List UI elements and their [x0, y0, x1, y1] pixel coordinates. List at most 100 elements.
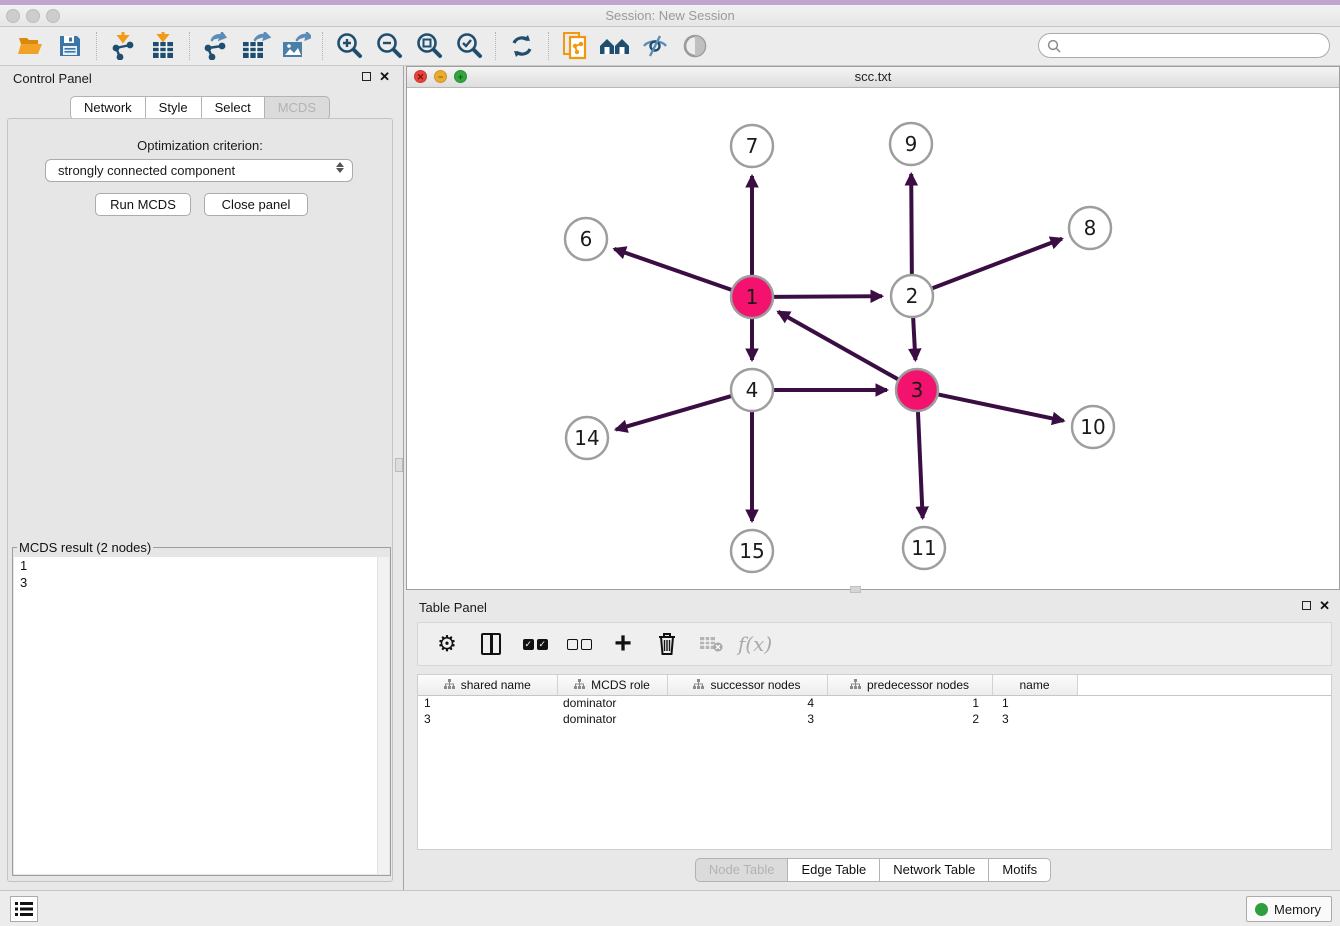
table-cell[interactable]: 3 — [667, 711, 827, 727]
tab-style[interactable]: Style — [146, 96, 202, 120]
mcds-result-line: 3 — [14, 574, 389, 591]
network-window-titlebar[interactable]: ✕ − + scc.txt — [407, 67, 1339, 88]
import-network-button[interactable] — [103, 30, 143, 62]
first-neighbors-button[interactable] — [595, 30, 635, 62]
zoom-out-button[interactable] — [369, 30, 409, 62]
add-column-button[interactable]: + — [608, 629, 638, 659]
refresh-icon — [509, 33, 535, 59]
column-header-successor-nodes[interactable]: successor nodes — [667, 675, 827, 695]
table-cell[interactable]: 3 — [992, 711, 1077, 727]
tab-node-table[interactable]: Node Table — [695, 858, 789, 882]
network-close-button[interactable]: ✕ — [414, 70, 427, 83]
graph-node-label: 7 — [746, 134, 759, 158]
tab-mcds[interactable]: MCDS — [265, 96, 330, 120]
zoom-selected-button[interactable] — [449, 30, 489, 62]
graph-edge-3-1[interactable] — [778, 312, 900, 381]
close-table-panel-icon[interactable]: ✕ — [1319, 600, 1330, 611]
graph-edge-2-8[interactable] — [930, 239, 1062, 290]
close-panel-button[interactable]: Close panel — [204, 193, 308, 216]
window-title: Session: New Session — [0, 5, 1340, 27]
hide-selected-button[interactable] — [635, 30, 675, 62]
graph-edge-2-3[interactable] — [913, 315, 915, 360]
graph-node-label: 3 — [911, 378, 924, 402]
search-field[interactable] — [1038, 33, 1330, 58]
app-titlebar: Session: New Session — [0, 5, 1340, 27]
select-all-button[interactable] — [520, 629, 550, 659]
graph-edge-1-2[interactable] — [771, 296, 882, 297]
table-panel: Table Panel ✕ ⚙ + — [406, 595, 1340, 890]
save-session-button[interactable] — [50, 30, 90, 62]
import-table-button[interactable] — [143, 30, 183, 62]
network-minimize-button[interactable]: − — [434, 70, 447, 83]
tab-edge-table[interactable]: Edge Table — [788, 858, 880, 882]
table-cell[interactable]: 1 — [827, 695, 992, 711]
plus-icon: + — [614, 631, 632, 657]
column-tree-icon — [444, 679, 455, 690]
export-table-button[interactable] — [236, 30, 276, 62]
horizontal-splitter-grip[interactable] — [850, 586, 861, 593]
result-scrollbar[interactable] — [377, 557, 389, 874]
tab-network-table[interactable]: Network Table — [880, 858, 989, 882]
table-row[interactable]: 1dominator411 — [418, 695, 1331, 711]
refresh-layout-button[interactable] — [502, 30, 542, 62]
graph-edge-4-14[interactable] — [616, 395, 734, 429]
memory-button[interactable]: Memory — [1246, 896, 1332, 922]
vertical-splitter-grip[interactable] — [395, 458, 403, 472]
table-cell[interactable]: 1 — [418, 695, 557, 711]
graph-edge-2-9[interactable] — [911, 174, 912, 277]
network-maximize-button[interactable]: + — [454, 70, 467, 83]
fx-icon: f(x) — [738, 632, 772, 656]
toolbar-separator — [96, 32, 97, 60]
criterion-select[interactable]: strongly connected component — [45, 159, 353, 182]
table-cell[interactable]: 2 — [827, 711, 992, 727]
table-row[interactable]: 3dominator323 — [418, 711, 1331, 727]
graph-node-label: 9 — [905, 132, 918, 156]
open-file-button[interactable] — [10, 30, 50, 62]
tab-network[interactable]: Network — [70, 96, 146, 120]
network-canvas[interactable]: 7968124314101511 — [407, 88, 1339, 589]
graph-edge-1-6[interactable] — [614, 249, 734, 291]
graph-edge-3-11[interactable] — [918, 409, 923, 518]
float-panel-icon[interactable] — [362, 72, 371, 81]
zoom-fit-button[interactable] — [409, 30, 449, 62]
gear-icon: ⚙ — [437, 631, 457, 657]
column-header-mcds-role[interactable]: MCDS role — [557, 675, 667, 695]
table-cell[interactable]: dominator — [557, 711, 667, 727]
mcds-result-list[interactable]: 13 — [14, 557, 389, 874]
column-browser-button[interactable] — [476, 629, 506, 659]
minimize-window-button[interactable] — [26, 9, 40, 23]
maximize-window-button[interactable] — [46, 9, 60, 23]
table-cell[interactable]: 4 — [667, 695, 827, 711]
delete-column-button[interactable] — [652, 629, 682, 659]
deselect-all-button[interactable] — [564, 629, 594, 659]
open-folder-icon — [17, 34, 44, 58]
close-panel-icon[interactable]: ✕ — [379, 71, 390, 82]
table-settings-button[interactable]: ⚙ — [432, 629, 462, 659]
vertical-splitter[interactable] — [403, 66, 404, 890]
search-input[interactable] — [1061, 36, 1329, 56]
table-cell[interactable]: 3 — [418, 711, 557, 727]
task-history-button[interactable] — [10, 896, 38, 922]
show-all-button[interactable] — [675, 30, 715, 62]
clone-network-button[interactable] — [555, 30, 595, 62]
zoom-in-button[interactable] — [329, 30, 369, 62]
table-cell[interactable]: dominator — [557, 695, 667, 711]
criterion-value: strongly connected component — [58, 163, 235, 178]
column-header-predecessor-nodes[interactable]: predecessor nodes — [827, 675, 992, 695]
tab-select[interactable]: Select — [202, 96, 265, 120]
graph-node-label: 6 — [580, 227, 593, 251]
export-image-icon — [281, 32, 311, 60]
close-window-button[interactable] — [6, 9, 20, 23]
node-table-body: 1dominator4113dominator323 — [418, 695, 1331, 727]
float-table-panel-icon[interactable] — [1302, 601, 1311, 610]
run-mcds-button[interactable]: Run MCDS — [95, 193, 191, 216]
column-header-shared-name[interactable]: shared name — [418, 675, 557, 695]
export-network-button[interactable] — [196, 30, 236, 62]
tab-motifs[interactable]: Motifs — [989, 858, 1051, 882]
graph-edge-3-10[interactable] — [936, 394, 1064, 421]
column-header-name[interactable]: name — [992, 675, 1077, 695]
table-cell[interactable]: 1 — [992, 695, 1077, 711]
import-network-icon — [110, 32, 136, 60]
column-tree-icon — [574, 679, 585, 690]
export-image-button[interactable] — [276, 30, 316, 62]
